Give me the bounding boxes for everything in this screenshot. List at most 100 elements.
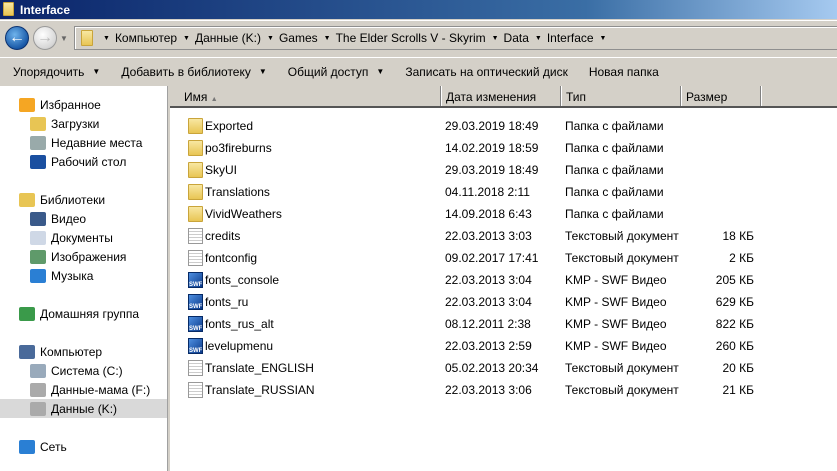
file-size: 2 КБ [729,251,754,265]
column-label: Имя [184,90,208,104]
breadcrumb-label: Компьютер [114,31,178,45]
folder-icon [3,2,14,16]
sidebar-item[interactable]: Данные-мама (F:) [0,380,150,399]
breadcrumb-item[interactable]: ▼ Games [267,31,318,45]
sidebar-item[interactable]: Музыка [0,266,93,285]
breadcrumb-label: Interface [546,31,594,45]
sidebar-item[interactable]: Домашняя группа [0,304,139,323]
file-type: Текстовый документ [565,361,679,375]
sidebar-item-label: Изображения [51,249,127,264]
sidebar-item[interactable]: Рабочий стол [0,152,126,171]
chevron-down-icon[interactable]: ▼ [267,35,274,42]
sidebar-item[interactable]: Компьютер [0,342,102,361]
breadcrumb-item[interactable]: ▼ Данные (K:) [183,31,261,45]
file-size: 21 КБ [722,383,754,397]
column-type[interactable]: Тип [561,86,681,106]
folder-icon [81,30,93,46]
folder-icon [188,162,203,178]
sidebar-item[interactable]: Документы [0,228,113,247]
breadcrumb-item[interactable]: ▼ The Elder Scrolls V - Skyrim [324,31,486,45]
file-row[interactable]: po3fireburns 14.02.2019 18:59 Папка с файл… [170,137,837,159]
sidebar-item-label: Данные-мама (F:) [51,382,151,397]
file-date: 22.03.2013 3:03 [445,229,532,243]
sidebar-item[interactable]: Данные (K:) [0,399,167,418]
file-row[interactable]: SWF levelupmenu 22.03.2013 2:59 KMP - SWF В… [170,335,837,357]
file-row[interactable]: Translate_ENGLISH 05.02.2013 20:34 Текстов… [170,357,837,379]
title-bar: Interface [0,0,837,19]
sidebar-item[interactable]: Библиотеки [0,190,105,209]
toolbar-button-label: Записать на оптический диск [405,64,568,79]
file-row[interactable]: SkyUI 29.03.2019 18:49 Папка с файлами [170,159,837,181]
window-title: Interface [20,2,71,17]
breadcrumb-item[interactable]: ▼ Interface [535,31,594,45]
file-type: KMP - SWF Видео [565,317,667,331]
file-date: 14.02.2019 18:59 [445,141,539,155]
sidebar-item[interactable]: Избранное [0,95,101,114]
file-date: 05.02.2013 20:34 [445,361,539,375]
toolbar-button[interactable]: Упорядочить ▼ [13,65,100,79]
breadcrumb-label: Данные (K:) [194,31,262,45]
file-row[interactable]: SWF fonts_rus_alt 08.12.2011 2:38 KMP - SWF… [170,313,837,335]
folder-icon [188,184,203,200]
file-size: 629 КБ [715,295,754,309]
file-list: Имя ▲ Дата изменения Тип Размер Exported… [170,86,837,471]
back-button[interactable]: ← [5,26,29,50]
sidebar-item[interactable]: Видео [0,209,86,228]
toolbar-button-label: Добавить в библиотеку [121,64,251,79]
swf-file-icon: SWF [188,294,203,310]
sidebar-item[interactable]: Недавние места [0,133,142,152]
file-row[interactable]: VividWeathers 14.09.2018 6:43 Папка с файл… [170,203,837,225]
chevron-down-icon[interactable]: ▼ [535,35,542,42]
file-row[interactable]: fontconfig 09.02.2017 17:41 Текстовый доку… [170,247,837,269]
text-file-icon [188,250,203,266]
column-date[interactable]: Дата изменения [441,86,561,106]
toolbar-button[interactable]: Записать на оптический диск [405,65,568,79]
drive-icon [30,401,46,416]
file-date: 09.02.2017 17:41 [445,251,539,265]
sidebar-item[interactable]: Система (C:) [0,361,123,380]
sidebar-item-label: Библиотеки [40,192,106,207]
file-row[interactable]: Translate_RUSSIAN 22.03.2013 3:06 Текстовы… [170,379,837,401]
toolbar-button-label: Общий доступ [287,64,369,79]
file-row[interactable]: SWF fonts_console 22.03.2013 3:04 KMP - SWF… [170,269,837,291]
breadcrumb-item[interactable]: ▼ Компьютер [103,31,177,45]
folder-icon [188,140,203,156]
chevron-down-icon[interactable]: ▼ [324,35,331,42]
toolbar-button[interactable]: Общий доступ ▼ [288,65,385,79]
file-row[interactable]: Exported 29.03.2019 18:49 Папка с файлами [170,115,837,137]
column-size[interactable]: Размер [681,86,761,106]
toolbar-button[interactable]: Добавить в библиотеку ▼ [121,65,266,79]
chevron-down-icon[interactable]: ▼ [492,35,499,42]
chevron-down-icon[interactable]: ▼ [600,35,607,42]
sidebar-item-label: Домашняя группа [40,306,140,321]
file-row[interactable]: SWF fonts_ru 22.03.2013 3:04 KMP - SWF Виде… [170,291,837,313]
file-date: 14.09.2018 6:43 [445,207,532,221]
recent-pages-dropdown[interactable]: ▼ [60,34,68,43]
chevron-down-icon[interactable]: ▼ [103,35,110,42]
homegroup-icon [19,306,35,321]
address-bar[interactable]: ▼ Компьютер ▼ Данные (K:) ▼ Games ▼ The Elder S… [74,26,837,50]
column-header-row: Имя ▲ Дата изменения Тип Размер [170,86,837,108]
column-name[interactable]: Имя ▲ [170,86,441,106]
sidebar-item[interactable]: Загрузки [0,114,99,133]
file-size: 18 КБ [722,229,754,243]
toolbar-button[interactable]: Новая папка [589,65,659,79]
text-file-icon [188,360,203,376]
file-row[interactable]: credits 22.03.2013 3:03 Текстовый документ… [170,225,837,247]
recent-places-icon [30,135,46,150]
text-file-icon [188,228,203,244]
file-name: Translate_RUSSIAN [205,383,315,397]
file-name: po3fireburns [205,141,272,155]
file-row[interactable]: Translations 04.11.2018 2:11 Папка с файла… [170,181,837,203]
file-size: 20 КБ [722,361,754,375]
sidebar-item-label: Компьютер [40,344,103,359]
sidebar-item[interactable]: Изображения [0,247,126,266]
forward-button[interactable]: → [33,26,57,50]
breadcrumb-item[interactable]: ▼ Data [492,31,529,45]
chevron-down-icon[interactable]: ▼ [183,35,190,42]
file-name: VividWeathers [205,207,282,221]
file-type: Папка с файлами [565,163,664,177]
sort-ascending-icon: ▲ [210,96,218,103]
file-date: 22.03.2013 3:06 [445,383,532,397]
sidebar-item[interactable]: Сеть [0,437,67,456]
